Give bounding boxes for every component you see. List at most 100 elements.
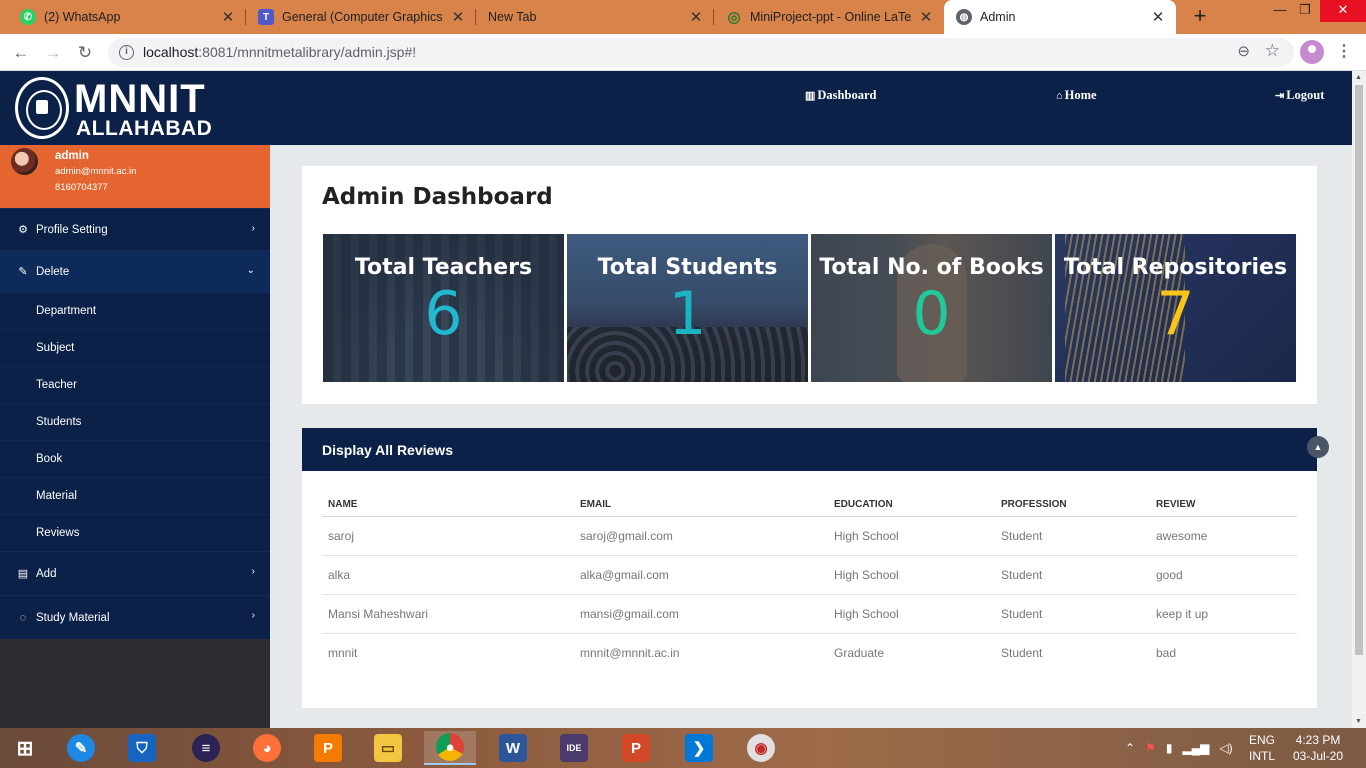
restore-button[interactable]: ❐ [1290, 0, 1320, 22]
tab-label: MiniProject-ppt - Online LaTeX [750, 10, 912, 24]
close-icon[interactable]: ✕ [918, 8, 934, 26]
taskbar-app-paint[interactable]: ◉ [735, 731, 787, 765]
system-tray: ⌃ ⚑ ▮ ▂▄▆ ◁) [1125, 728, 1233, 768]
sidebar-subitem-reviews[interactable]: Reviews [0, 514, 270, 551]
taskbar-app-explorer[interactable]: ▭ [362, 731, 414, 765]
sidebar-subitem-teacher[interactable]: Teacher [0, 366, 270, 403]
nav-home-link[interactable]: ⌂ Home [1056, 88, 1097, 103]
user-phone: 8160704377 [55, 182, 108, 193]
logout-icon: ⇥ [1275, 90, 1285, 102]
reload-button[interactable]: ↻ [73, 41, 97, 65]
tab-admin[interactable]: ◍ Admin ✕ [944, 0, 1176, 34]
table-header-row: NAME EMAIL EDUCATION PROFESSION REVIEW [322, 488, 1297, 517]
cell-education: Graduate [834, 645, 885, 660]
back-button[interactable]: ← [9, 41, 33, 65]
address-bar[interactable]: i localhost:8081/mnnitmetalibrary/admin.… [108, 38, 1294, 67]
sidebar-subitem-department[interactable]: Department [0, 292, 270, 329]
sidebar: admin admin@mnnit.ac.in 8160704377 ⚙ Pro… [0, 145, 270, 728]
reviews-panel: Display All Reviews NAME EMAIL EDUCATION… [302, 428, 1317, 708]
taskbar-app-vscode[interactable]: ❯ [673, 731, 725, 765]
taskbar-app-pdf[interactable]: P [302, 731, 354, 765]
taskbar-app-eclipse[interactable]: ≡ [180, 731, 232, 765]
input-language[interactable]: ENG INTL [1247, 732, 1277, 764]
cell-profession: Student [995, 516, 1150, 556]
network-error-icon[interactable]: ⚑ [1145, 741, 1156, 755]
tab-new-tab[interactable]: New Tab ✕ [476, 0, 714, 34]
nav-dashboard-link[interactable]: ▥ Dashboard [805, 88, 876, 103]
browser-menu-icon[interactable]: ⋮ [1334, 40, 1354, 64]
sidebar-item-add[interactable]: ▤ Add › [0, 551, 270, 595]
sidebar-item-delete[interactable]: ✎ Delete ⌄ [0, 250, 270, 292]
stat-card-teachers[interactable]: Total Teachers 6 [323, 234, 564, 382]
stat-card-repositories[interactable]: Total Repositories 7 [1055, 234, 1296, 382]
page-scrollbar[interactable]: ▲ ▼ [1352, 71, 1366, 728]
logo-text-line1[interactable]: MNNIT [74, 79, 206, 119]
tab-overleaf[interactable]: ◎ MiniProject-ppt - Online LaTeX ✕ [714, 0, 944, 34]
new-tab-button[interactable]: + [1188, 4, 1212, 28]
book-icon: ▤ [17, 568, 29, 580]
chevron-right-icon: › [251, 566, 255, 577]
sidebar-subitem-material[interactable]: Material [0, 477, 270, 514]
sidebar-item-profile-setting[interactable]: ⚙ Profile Setting › [0, 208, 270, 250]
user-name: admin [55, 150, 89, 162]
cell-email: mnnit@mnnit.ac.in [580, 645, 680, 660]
close-icon[interactable]: ✕ [1150, 8, 1166, 26]
sidebar-item-label: Profile Setting [36, 223, 108, 236]
mnnit-seal-icon[interactable] [15, 77, 69, 139]
windows-icon: ⊞ [16, 737, 34, 760]
column-header-email: EMAIL [574, 488, 828, 517]
info-icon[interactable]: i [119, 45, 134, 60]
taskbar-app-defender[interactable]: ⛉ [116, 731, 168, 765]
logo-text-line2[interactable]: ALLAHABAD [76, 118, 212, 140]
sidebar-subitem-students[interactable]: Students [0, 403, 270, 440]
start-button[interactable]: ⊞ [0, 731, 50, 765]
chevron-right-icon: › [251, 223, 255, 234]
scrollbar-thumb[interactable] [1355, 85, 1363, 655]
taskbar-app-powerpoint[interactable]: P [610, 731, 662, 765]
vscode-icon: ❯ [685, 734, 713, 762]
chevron-down-icon: ⌄ [246, 265, 255, 276]
tab-teams[interactable]: T General (Computer Graphics (CS ✕ [246, 0, 476, 34]
teams-icon: T [258, 9, 274, 25]
taskbar-app-firefox[interactable]: ◕ [241, 731, 293, 765]
sidebar-subitem-subject[interactable]: Subject [0, 329, 270, 366]
taskbar-app-chrome[interactable]: ● [424, 731, 476, 765]
scroll-up-arrow-icon[interactable]: ▲ [1355, 74, 1362, 81]
close-icon[interactable]: ✕ [220, 8, 236, 26]
close-icon[interactable]: ✕ [688, 8, 704, 26]
nav-logout-link[interactable]: ⇥ Logout [1275, 88, 1324, 103]
signal-icon[interactable]: ▂▄▆ [1182, 741, 1209, 755]
taskbar-app-word[interactable]: W [487, 731, 539, 765]
window-close-button[interactable]: ✕ [1320, 0, 1366, 22]
url-text[interactable]: localhost:8081/mnnitmetalibrary/admin.js… [143, 44, 416, 60]
gears-icon: ⚙ [18, 224, 28, 236]
forward-button[interactable]: → [41, 41, 65, 65]
stat-card-books[interactable]: Total No. of Books 0 [811, 234, 1052, 382]
cell-name: mnnit [328, 645, 358, 660]
cell-name: Mansi Maheshwari [322, 594, 574, 634]
whatsapp-icon: ✆ [20, 9, 36, 25]
cell-education: High School [828, 594, 995, 634]
sidebar-subitem-book[interactable]: Book [0, 440, 270, 477]
table-row: Mansi Maheshwari mansi@gmail.com High Sc… [322, 594, 1297, 634]
zoom-icon[interactable]: ⊖ [1237, 42, 1250, 60]
sidebar-subitem-label: Material [36, 490, 77, 502]
sidebar-item-study-material[interactable]: ◌ Study Material › [0, 595, 270, 639]
volume-icon[interactable]: ◁) [1219, 741, 1232, 755]
windows-taskbar: ⊞ ✎ ⛉ ≡ ◕ P ▭ ● W IDE P ❯ ◉ ⌃ ⚑ ▮ ▂▄▆ ◁)… [0, 728, 1366, 768]
page-title: Admin Dashboard [322, 184, 553, 210]
stat-card-students[interactable]: Total Students 1 [567, 234, 808, 382]
collapse-panel-button[interactable]: ▲ [1307, 436, 1329, 458]
table-row: mnnit mnnit@mnnit.ac.in Graduate Student… [322, 633, 1297, 672]
tray-expand-icon[interactable]: ⌃ [1125, 741, 1135, 755]
bookmark-star-icon[interactable]: ☆ [1265, 41, 1280, 61]
profile-avatar[interactable] [1300, 40, 1324, 64]
taskbar-app-tools[interactable]: ✎ [55, 731, 107, 765]
battery-icon[interactable]: ▮ [1166, 741, 1173, 755]
taskbar-clock[interactable]: 4:23 PM 03-Jul-20 [1290, 732, 1346, 764]
close-icon[interactable]: ✕ [450, 8, 466, 26]
word-icon: W [499, 734, 527, 762]
taskbar-app-java-ide[interactable]: IDE [548, 731, 600, 765]
tab-whatsapp[interactable]: ✆ (2) WhatsApp ✕ [8, 0, 246, 34]
scroll-down-arrow-icon[interactable]: ▼ [1355, 718, 1362, 725]
